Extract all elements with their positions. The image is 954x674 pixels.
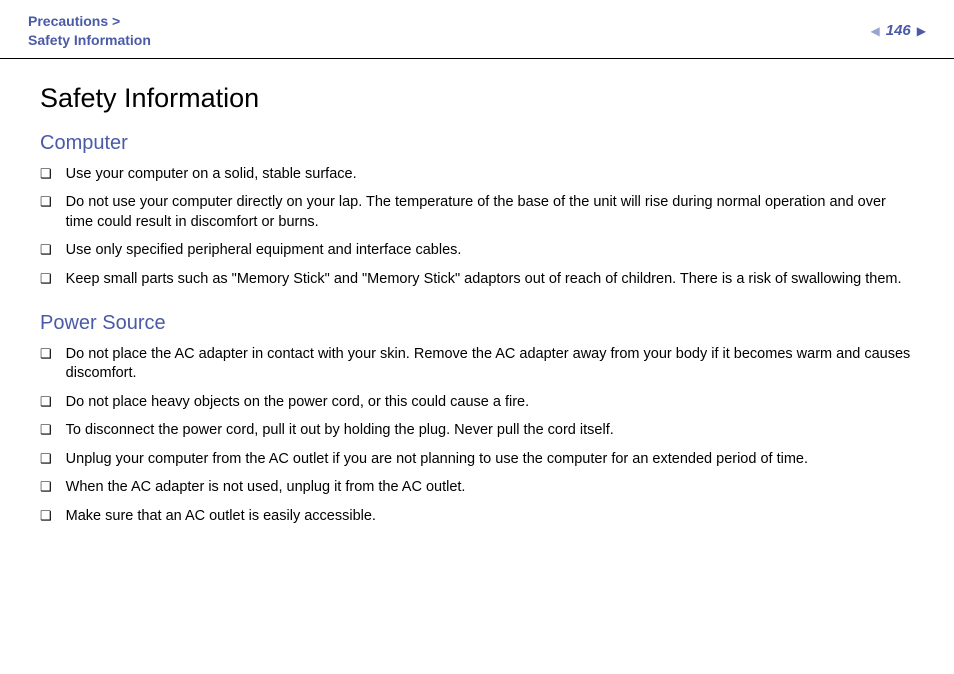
section-computer: Computer ❑ Use your computer on a solid, … xyxy=(40,132,914,290)
page-title: Safety Information xyxy=(40,83,914,114)
list-item: ❑ Keep small parts such as "Memory Stick"… xyxy=(40,270,914,290)
list-item-text: Unplug your computer from the AC outlet … xyxy=(66,450,914,470)
section-heading: Power Source xyxy=(40,312,914,335)
list-item: ❑ Use your computer on a solid, stable su… xyxy=(40,165,914,185)
list-item-text: Make sure that an AC outlet is easily ac… xyxy=(66,507,914,527)
list-item: ❑ Make sure that an AC outlet is easily a… xyxy=(40,507,914,527)
prev-page-arrow-icon[interactable]: ◀ xyxy=(871,25,880,37)
page-header: Precautions > Safety Information ◀ 146 ▶ xyxy=(0,0,954,59)
list-item: ❑ Do not use your computer directly on yo… xyxy=(40,193,914,232)
bullet-icon: ❑ xyxy=(40,165,52,183)
list-item: ❑ To disconnect the power cord, pull it o… xyxy=(40,421,914,441)
bullet-icon: ❑ xyxy=(40,345,52,363)
list-item-text: Use your computer on a solid, stable sur… xyxy=(66,165,914,185)
bullet-icon: ❑ xyxy=(40,270,52,288)
list-item-text: To disconnect the power cord, pull it ou… xyxy=(66,421,914,441)
next-page-arrow-icon[interactable]: ▶ xyxy=(917,25,926,37)
page-indicator: ◀ 146 ▶ xyxy=(871,12,927,39)
breadcrumb-line-2: Safety Information xyxy=(28,31,151,50)
section-power-source: Power Source ❑ Do not place the AC adapte… xyxy=(40,312,914,527)
page-number: 146 xyxy=(884,22,913,39)
list-item: ❑ Use only specified peripheral equipment… xyxy=(40,241,914,261)
list-item-text: Do not use your computer directly on you… xyxy=(66,193,914,232)
list-item: ❑ When the AC adapter is not used, unplug… xyxy=(40,478,914,498)
breadcrumb-line-1: Precautions > xyxy=(28,12,151,31)
list-item-text: Keep small parts such as "Memory Stick" … xyxy=(66,270,914,290)
bullet-icon: ❑ xyxy=(40,241,52,259)
bullet-list: ❑ Use your computer on a solid, stable su… xyxy=(40,165,914,290)
list-item-text: Do not place heavy objects on the power … xyxy=(66,393,914,413)
list-item: ❑ Do not place heavy objects on the power… xyxy=(40,393,914,413)
list-item-text: When the AC adapter is not used, unplug … xyxy=(66,478,914,498)
page-content: Safety Information Computer ❑ Use your co… xyxy=(0,59,954,527)
bullet-icon: ❑ xyxy=(40,193,52,211)
bullet-icon: ❑ xyxy=(40,393,52,411)
list-item: ❑ Do not place the AC adapter in contact … xyxy=(40,345,914,384)
list-item: ❑ Unplug your computer from the AC outlet… xyxy=(40,450,914,470)
bullet-icon: ❑ xyxy=(40,450,52,468)
bullet-icon: ❑ xyxy=(40,478,52,496)
bullet-icon: ❑ xyxy=(40,421,52,439)
bullet-list: ❑ Do not place the AC adapter in contact … xyxy=(40,345,914,527)
list-item-text: Do not place the AC adapter in contact w… xyxy=(66,345,914,384)
section-heading: Computer xyxy=(40,132,914,155)
bullet-icon: ❑ xyxy=(40,507,52,525)
list-item-text: Use only specified peripheral equipment … xyxy=(66,241,914,261)
breadcrumb: Precautions > Safety Information xyxy=(28,12,151,50)
